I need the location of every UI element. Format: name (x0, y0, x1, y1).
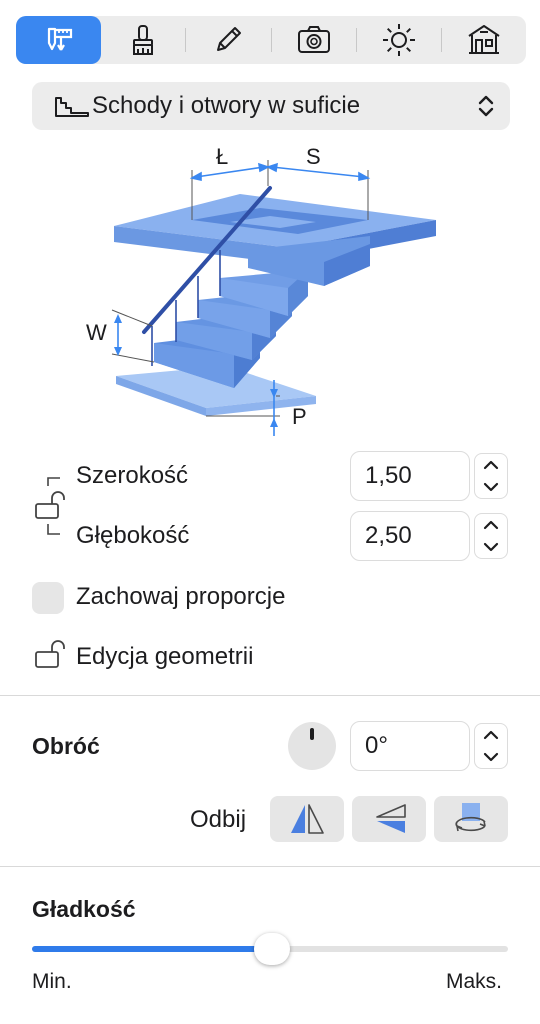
smoothness-min-label: Min. (32, 970, 72, 993)
rotation-increment[interactable] (475, 724, 507, 746)
pencil-icon (217, 27, 242, 51)
brush-tool-button[interactable] (101, 16, 185, 64)
rotation-input[interactable]: 0° (350, 721, 470, 771)
stairs-diagram: Ł S W P (86, 144, 436, 436)
chevron-up-icon (483, 520, 499, 530)
flip-horizontal-icon (291, 804, 324, 834)
chevron-down-icon (483, 752, 499, 762)
sun-icon (382, 24, 415, 56)
unlock-icon[interactable] (34, 640, 70, 670)
width-decrement[interactable] (475, 476, 507, 498)
chevron-up-down-icon (478, 95, 494, 117)
camera-icon (297, 26, 330, 53)
pencil-tool-button[interactable] (186, 16, 270, 64)
tool-segmented-control (16, 16, 526, 64)
stairs-icon (55, 97, 89, 117)
keep-proportions-label[interactable]: Zachowaj proporcje (76, 583, 285, 611)
depth-decrement[interactable] (475, 536, 507, 558)
object-type-dropdown[interactable]: Schody i otwory w suficie (32, 82, 510, 130)
mirror-rotate-button[interactable] (434, 796, 508, 842)
smoothness-slider-fill (32, 946, 270, 952)
proportion-lock-icon[interactable] (34, 462, 74, 552)
diagram-label-floor: P (292, 404, 307, 429)
camera-tool-button[interactable] (271, 16, 355, 64)
chevron-up-icon (483, 460, 499, 470)
brush-icon (133, 25, 154, 55)
section-divider (0, 866, 540, 867)
depth-label: Głębokość (76, 522, 190, 549)
width-label: Szerokość (76, 462, 189, 489)
measure-tool-button[interactable] (16, 16, 102, 64)
mirror-label: Odbij (190, 806, 247, 833)
edit-geometry-label[interactable]: Edycja geometrii (76, 643, 253, 671)
width-stepper[interactable] (474, 453, 508, 499)
rotation-dial[interactable] (288, 722, 336, 770)
diagram-label-width: Ł (216, 144, 228, 169)
depth-stepper[interactable] (474, 513, 508, 559)
rotation-stepper[interactable] (474, 723, 508, 769)
house-icon (468, 25, 500, 54)
dial-indicator (310, 728, 314, 740)
diagram-label-depth: S (306, 144, 321, 169)
rotation-decrement[interactable] (475, 746, 507, 768)
width-increment[interactable] (475, 454, 507, 476)
smoothness-slider-thumb[interactable] (254, 933, 290, 965)
width-input[interactable]: 1,50 (350, 451, 470, 501)
rotate-3d-icon (455, 803, 486, 832)
mirror-horizontal-button[interactable] (270, 796, 344, 842)
section-divider (0, 695, 540, 696)
chevron-down-icon (483, 542, 499, 552)
chevron-up-icon (483, 730, 499, 740)
flip-vertical-icon (376, 804, 406, 833)
depth-input[interactable]: 2,50 (350, 511, 470, 561)
diagram-label-height: W (86, 320, 107, 345)
dropdown-label: Schody i otwory w suficie (92, 92, 361, 119)
smoothness-title: Gładkość (32, 896, 136, 922)
caliper-icon (47, 27, 72, 51)
smoothness-max-label: Maks. (446, 970, 503, 993)
dimension-height (111, 309, 155, 363)
depth-increment[interactable] (475, 514, 507, 536)
light-tool-button[interactable] (357, 16, 441, 64)
mirror-vertical-button[interactable] (352, 796, 426, 842)
keep-proportions-checkbox[interactable] (32, 582, 64, 614)
rotate-title: Obróć (32, 733, 100, 759)
house-tool-button[interactable] (442, 16, 526, 64)
stair-steps (154, 270, 308, 388)
chevron-down-icon (483, 482, 499, 492)
ceiling-slab (114, 194, 436, 286)
